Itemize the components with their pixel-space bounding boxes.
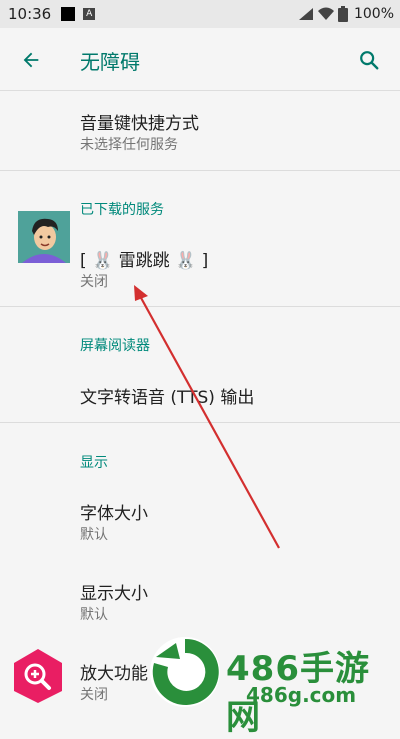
- volume-shortcut-title: 音量键快捷方式: [80, 114, 199, 134]
- watermark-url: 486g.com: [246, 683, 357, 707]
- magnification-subtitle: 关闭: [80, 687, 108, 703]
- notification-icon: [61, 7, 76, 21]
- display-size-subtitle: 默认: [80, 607, 108, 623]
- settings-list: 音量键快捷方式 未选择任何服务 已下载的服务 [ 🐰 雷跳跳 🐰 ] 关闭 屏幕…: [0, 91, 400, 711]
- page-title: 无障碍: [80, 50, 140, 74]
- magnify-icon: [14, 649, 62, 703]
- tts-title: 文字转语音 (TTS) 输出: [80, 388, 255, 408]
- section-screen-reader: 屏幕阅读器: [80, 338, 150, 354]
- battery-icon: [337, 6, 348, 22]
- search-icon: [360, 51, 379, 70]
- volume-shortcut-subtitle: 未选择任何服务: [80, 137, 178, 153]
- back-button[interactable]: [14, 43, 48, 77]
- display-size-title: 显示大小: [80, 584, 148, 604]
- status-right: 100%: [298, 0, 394, 28]
- status-bar: 10:36 A 100%: [0, 0, 400, 28]
- app-bar: 无障碍: [0, 28, 400, 91]
- avatar: [18, 211, 70, 263]
- divider: [0, 306, 400, 307]
- wifi-icon: [317, 7, 334, 20]
- search-button[interactable]: [352, 43, 386, 77]
- font-size-title: 字体大小: [80, 504, 148, 524]
- section-downloaded-services: 已下载的服务: [80, 202, 164, 218]
- watermark: 486手游网 486g.com: [146, 633, 400, 738]
- arrow-left-icon: [23, 52, 39, 68]
- divider: [0, 422, 400, 423]
- service-title: [ 🐰 雷跳跳 🐰 ]: [80, 251, 209, 271]
- status-time: 10:36: [8, 5, 52, 23]
- section-display: 显示: [80, 455, 108, 471]
- app-notification-icon: A: [83, 8, 96, 20]
- magnification-title: 放大功能: [80, 664, 148, 684]
- watermark-logo-icon: [150, 637, 220, 707]
- service-subtitle: 关闭: [80, 274, 108, 290]
- font-size-subtitle: 默认: [80, 527, 108, 543]
- divider: [0, 170, 400, 171]
- signal-icon: [298, 8, 313, 20]
- battery-level: 100%: [353, 6, 394, 22]
